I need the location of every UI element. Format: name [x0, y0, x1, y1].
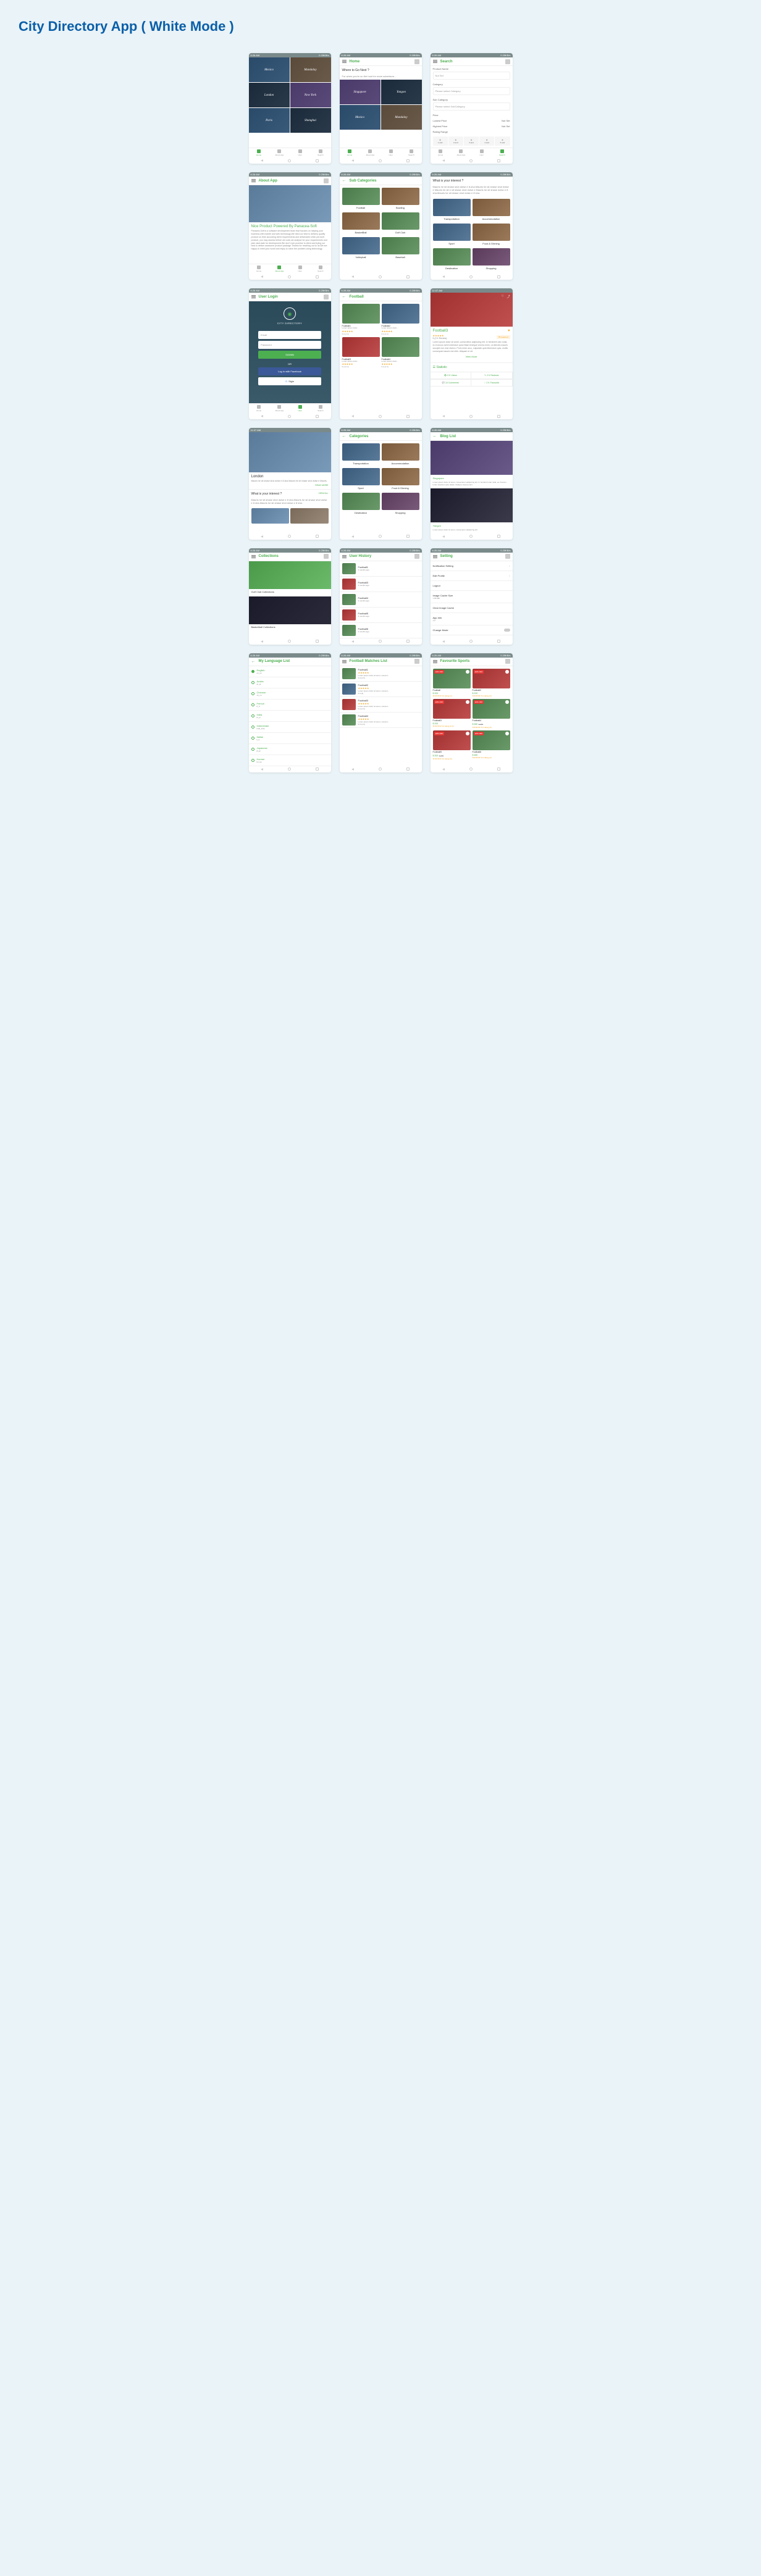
- toggle-switch[interactable]: [504, 629, 510, 632]
- screen-favourites: 6:26 AM0.25KB/s Favourite Sports 10% OFF…: [431, 653, 513, 772]
- screen-languages: 6:26 AM0.25KB/s My Language List English…: [249, 653, 331, 772]
- football-item[interactable]: Football1Lorem ipsum dolor...★★★★★5.0 (2…: [342, 304, 380, 335]
- screen-detail: 11:07 AM ♡⤴ ♥ Football3 ⚑ Featured ★★★★★…: [431, 288, 513, 419]
- nav-about[interactable]: About App: [269, 148, 290, 157]
- category-select[interactable]: Please select Category: [433, 87, 510, 95]
- hero-image: [249, 185, 331, 222]
- product-input[interactable]: Not Set: [433, 72, 510, 80]
- city-cell[interactable]: New York: [290, 83, 331, 107]
- hero-image: [249, 432, 331, 472]
- setting-change-mode[interactable]: Change Mode: [431, 625, 513, 635]
- screen-cities: 6:26 AM0.25KB/s Mexico Mandalay London N…: [249, 53, 331, 164]
- view-all-button[interactable]: VIEW ALL: [319, 492, 329, 495]
- city-cell[interactable]: Mandalay: [381, 105, 422, 130]
- screen-subcategories: 6:26 AM0.25KB/s Sub Categories Football …: [340, 172, 422, 280]
- favourite-item[interactable]: 10% OFFFootball$ 200★★★★★ 5.0 rating (1): [433, 669, 471, 697]
- facebook-login-button[interactable]: Log in with Facebook: [258, 367, 321, 375]
- screen-blog: 6:26 AM0.25KB/s Blog List Singapore Lore…: [431, 428, 513, 540]
- language-option[interactable]: Englishen_us: [249, 666, 331, 677]
- setting-clear-cache[interactable]: Clear Image Cache: [431, 603, 513, 613]
- city-cell[interactable]: Mandalay: [290, 57, 331, 82]
- city-cell[interactable]: Yangon: [381, 80, 422, 104]
- header-title: Home: [350, 60, 413, 64]
- setting-logout[interactable]: Logout: [431, 581, 513, 591]
- rating-option[interactable]: ★1 and: [433, 136, 448, 146]
- share-icon[interactable]: ⤴: [507, 295, 511, 298]
- screen-home: 6:26 AM0.25KB/s Home Where to Go Next ? …: [340, 53, 422, 164]
- featured-badge: ⚑ Featured: [497, 335, 510, 339]
- subcategory-select[interactable]: Please select SubCategory: [433, 102, 510, 111]
- screen-matches: 6:26 AM0.25KB/s Football Matches List Fo…: [340, 653, 422, 772]
- screen-search: 6:26 AM0.25KB/s Search Product Name Not …: [431, 53, 513, 164]
- sport-icon: [466, 670, 469, 674]
- setting-notification[interactable]: Notification Setting›: [431, 561, 513, 571]
- screen-collections: 6:26 AM0.25KB/s Collections Golf Club Co…: [249, 548, 331, 645]
- phone-grid: 6:26 AM0.25KB/s Mexico Mandalay London N…: [12, 53, 749, 772]
- screen-football-list: 6:26 AM0.25KB/s Football Football1Lorem …: [340, 288, 422, 419]
- match-item[interactable]: Football1★★★★★Lorem ipsum dolor sit amet…: [340, 666, 422, 682]
- screen-about: 6:26 AM0.25KB/s About App Nice Product P…: [249, 172, 331, 280]
- bottom-nav: Home About App User Search: [249, 148, 331, 157]
- nav-search[interactable]: Search: [310, 148, 330, 157]
- subcategory-item[interactable]: Football: [342, 188, 380, 211]
- screen-interest: 6:26 AM0.25KB/s What is your interest ? …: [431, 172, 513, 280]
- back-icon[interactable]: [342, 178, 347, 183]
- setting-edit-profile[interactable]: Edit Profile›: [431, 571, 513, 581]
- city-cell[interactable]: Mexico: [340, 105, 380, 130]
- screen-categories: 6:26 AM0.25KB/s Categories Transportatio…: [340, 428, 422, 540]
- favorite-icon[interactable]: ♡: [502, 295, 505, 298]
- screen-settings: 6:26 AM0.25KB/s Setting Notification Set…: [431, 548, 513, 645]
- nav-home[interactable]: Home: [249, 148, 269, 157]
- city-cell[interactable]: London: [249, 83, 290, 107]
- google-login-button[interactable]: GSigin: [258, 377, 321, 385]
- city-cell[interactable]: Shanghai: [290, 108, 331, 133]
- book-icon[interactable]: [414, 59, 419, 64]
- city-cell[interactable]: Mexico: [249, 57, 290, 82]
- collection-item[interactable]: [249, 561, 331, 589]
- read-more-button[interactable]: READ MORE: [251, 484, 329, 487]
- history-item[interactable]: Football13 months ago: [340, 561, 422, 577]
- email-input[interactable]: Email: [258, 331, 321, 339]
- screen-london: 11:07 AM London Mauris he sit shase shot…: [249, 428, 331, 540]
- signin-button[interactable]: SIGNIN: [258, 351, 321, 359]
- screen-login: 6:26 AM0.25KB/s User Login ◉ CITY DIRECT…: [249, 288, 331, 419]
- menu-icon[interactable]: [342, 59, 347, 64]
- password-input[interactable]: Password: [258, 341, 321, 349]
- screen-history: 6:26 AM0.25KB/s User History Football13 …: [340, 548, 422, 645]
- city-cell[interactable]: Paris: [249, 108, 290, 133]
- view-more-button[interactable]: View More: [433, 353, 510, 360]
- status-bar: 6:26 AM0.25KB/s: [249, 53, 331, 57]
- page-title: City Directory App ( White Mode ): [19, 19, 749, 35]
- section-title: Where to Go Next ?: [340, 66, 422, 75]
- nav-user[interactable]: User: [290, 148, 310, 157]
- heart-icon[interactable]: ♥: [508, 329, 510, 333]
- hero-image: ♡⤴: [431, 293, 513, 327]
- logo-icon: ◉: [284, 307, 296, 320]
- city-cell[interactable]: Singapore: [340, 80, 380, 104]
- blog-image[interactable]: [431, 441, 513, 475]
